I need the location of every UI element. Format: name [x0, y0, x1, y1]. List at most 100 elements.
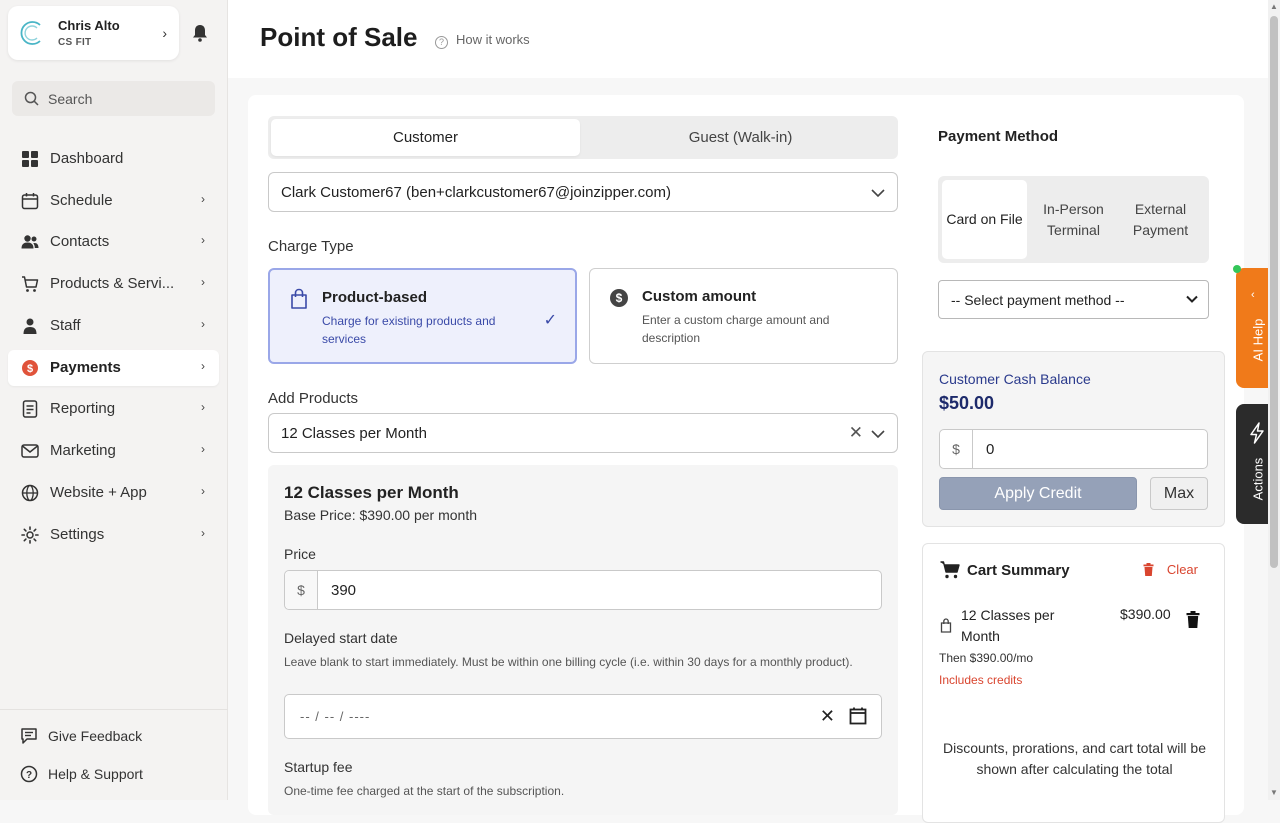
scroll-down-icon[interactable]: ▼: [1270, 788, 1278, 797]
sidebar-item-reporting[interactable]: Reporting ›: [8, 391, 219, 427]
clear-cart-button[interactable]: Clear: [1167, 562, 1198, 577]
account-name: Chris Alto: [58, 18, 120, 33]
charge-type-label: Charge Type: [268, 238, 354, 255]
clear-date-icon[interactable]: ✕: [820, 706, 835, 727]
sidebar-item-marketing[interactable]: Marketing ›: [8, 433, 219, 469]
chevron-right-icon: ›: [201, 192, 205, 206]
account-org: CS FIT: [58, 37, 92, 48]
product-detail-panel: 12 Classes per Month Base Price: $390.00…: [268, 465, 898, 815]
customer-select[interactable]: Clark Customer67 (ben+clarkcustomer67@jo…: [268, 172, 898, 212]
dollar-icon: $: [22, 360, 38, 376]
page-title: Point of Sale: [260, 22, 418, 52]
payment-method-tabs: Card on File In-Person Terminal External…: [938, 176, 1209, 263]
charge-custom-desc: Enter a custom charge amount and descrip…: [642, 313, 830, 345]
scrollbar-thumb[interactable]: [1270, 16, 1278, 568]
sidebar-item-label: Schedule: [50, 192, 113, 209]
svg-text:$: $: [27, 363, 33, 375]
report-icon: [22, 400, 38, 418]
chevron-right-icon: ›: [201, 526, 205, 540]
feedback-icon: [21, 728, 37, 744]
chevron-down-icon: [871, 430, 885, 439]
person-icon: [23, 318, 37, 334]
chevron-right-icon: ›: [201, 400, 205, 414]
cart-total-note: Discounts, prorations, and cart total wi…: [942, 740, 1206, 777]
tab-guest[interactable]: Guest (Walk-in): [586, 119, 895, 156]
sidebar-item-label: Marketing: [50, 442, 116, 459]
credit-amount-input[interactable]: $ 0: [939, 429, 1208, 469]
question-icon: ?: [435, 36, 448, 49]
cart-summary-title: Cart Summary: [967, 562, 1070, 579]
sidebar-item-dashboard[interactable]: Dashboard: [8, 141, 219, 177]
charge-custom-amount-option[interactable]: $ Custom amount Enter a custom charge am…: [589, 268, 898, 364]
price-input[interactable]: $ 390: [284, 570, 882, 610]
users-icon: [21, 235, 39, 249]
sidebar-item-contacts[interactable]: Contacts ›: [8, 224, 219, 260]
charge-product-desc: Charge for existing products and service…: [322, 314, 496, 346]
sidebar-item-settings[interactable]: Settings ›: [8, 517, 219, 553]
calendar-icon[interactable]: [849, 707, 867, 725]
sidebar-item-label: Staff: [50, 317, 81, 334]
sidebar-item-label: Products & Servi...: [50, 275, 175, 292]
startup-fee-help: One-time fee charged at the start of the…: [284, 784, 565, 798]
give-feedback-link[interactable]: Give Feedback: [20, 724, 220, 748]
calendar-icon: [21, 193, 39, 210]
charge-custom-title: Custom amount: [642, 288, 757, 305]
startup-fee-label: Startup fee: [284, 759, 353, 775]
date-placeholder: -- / -- / ----: [300, 709, 371, 724]
chevron-down-icon: [1186, 295, 1198, 303]
payment-method-select[interactable]: -- Select payment method --: [938, 280, 1209, 319]
how-it-works-label: How it works: [456, 32, 530, 47]
sidebar-item-website[interactable]: Website + App ›: [8, 475, 219, 511]
product-title: 12 Classes per Month: [284, 483, 459, 502]
trash-icon[interactable]: [1143, 563, 1154, 576]
help-support-link[interactable]: ? Help & Support: [20, 762, 220, 786]
charge-product-based-option[interactable]: Product-based Charge for existing produc…: [268, 268, 577, 364]
cart-item-credits: Includes credits: [939, 673, 1023, 687]
delayed-start-label: Delayed start date: [284, 630, 398, 646]
gear-icon: [21, 526, 39, 544]
chevron-right-icon: ›: [201, 442, 205, 456]
tab-external-payment[interactable]: External Payment: [1118, 180, 1203, 259]
sidebar-item-staff[interactable]: Staff ›: [8, 308, 219, 344]
sidebar: Chris Alto CS FIT › Search Dashboard Sch…: [0, 0, 228, 800]
sidebar-item-label: Website + App: [50, 484, 147, 501]
help-icon: ?: [20, 765, 38, 783]
sidebar-item-products[interactable]: Products & Servi... ›: [8, 266, 219, 302]
tab-in-person-terminal[interactable]: In-Person Terminal: [1031, 180, 1116, 259]
how-it-works-link[interactable]: ? How it works: [435, 32, 530, 49]
page-header: Point of Sale ? How it works: [228, 0, 1268, 78]
chevron-right-icon: ›: [201, 359, 205, 373]
scroll-up-icon[interactable]: ▲: [1270, 2, 1278, 11]
start-date-input[interactable]: -- / -- / ---- ✕: [284, 694, 882, 739]
credit-amount-value: 0: [986, 441, 995, 458]
add-products-label: Add Products: [268, 390, 359, 407]
clear-selection-icon[interactable]: ✕: [849, 423, 863, 443]
dollar-circle-icon: $: [610, 289, 628, 307]
online-indicator: [1233, 265, 1241, 273]
tab-customer[interactable]: Customer: [271, 119, 580, 156]
sidebar-item-payments[interactable]: $ Payments ›: [8, 350, 219, 386]
product-select[interactable]: 12 Classes per Month ✕: [268, 413, 898, 453]
grid-icon: [22, 151, 38, 167]
brand-logo-icon: [20, 21, 41, 45]
trash-icon[interactable]: [1186, 611, 1200, 628]
search-input[interactable]: Search: [12, 81, 215, 116]
chevron-right-icon: ›: [201, 317, 205, 331]
cart-item-recurring: Then $390.00/mo: [939, 651, 1034, 665]
cart-icon: [940, 561, 960, 579]
sidebar-item-schedule[interactable]: Schedule ›: [8, 183, 219, 219]
currency-prefix: $: [285, 571, 318, 609]
tab-card-on-file[interactable]: Card on File: [942, 180, 1027, 259]
actions-label: Actions: [1250, 457, 1266, 501]
account-switcher[interactable]: Chris Alto CS FIT ›: [8, 6, 179, 60]
search-placeholder: Search: [48, 91, 93, 107]
price-label: Price: [284, 546, 316, 562]
max-button[interactable]: Max: [1150, 477, 1208, 510]
apply-credit-button[interactable]: Apply Credit: [939, 477, 1137, 510]
chevron-right-icon: ›: [201, 484, 205, 498]
bell-icon[interactable]: [192, 24, 208, 42]
payment-method-value: -- Select payment method --: [951, 292, 1125, 308]
cart-summary-panel: Cart Summary Clear 12 Classes per Month …: [922, 543, 1225, 823]
sidebar-item-label: Dashboard: [50, 150, 124, 167]
chevron-right-icon: ›: [201, 233, 205, 247]
